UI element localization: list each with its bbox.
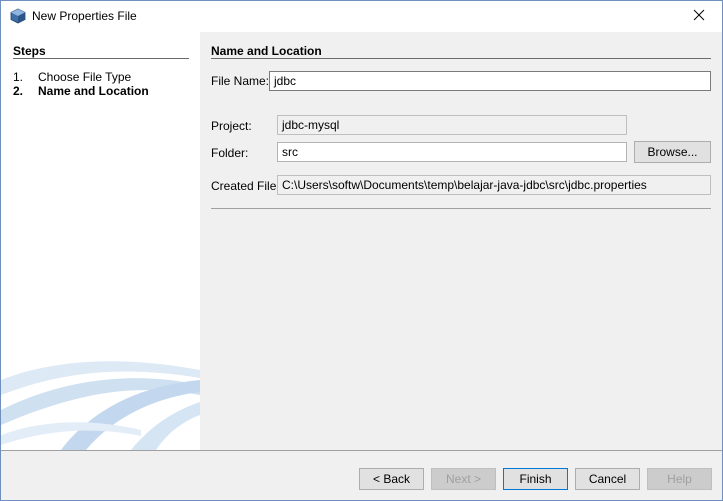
close-icon <box>693 9 705 24</box>
netbeans-cube-icon <box>10 8 26 24</box>
panel-divider <box>211 58 711 59</box>
steps-divider <box>13 58 189 59</box>
step-number: 1. <box>13 70 24 84</box>
browse-button[interactable]: Browse... <box>634 141 711 163</box>
file-name-label: File Name: <box>211 74 270 88</box>
folder-input[interactable]: src <box>277 142 627 162</box>
step-label: Name and Location <box>38 84 149 98</box>
steps-panel: Steps 1. Choose File Type 2. Name and Loca… <box>1 32 200 450</box>
close-button[interactable] <box>676 1 722 32</box>
dialog-window: New Properties File Steps 1. Choose File … <box>0 0 723 501</box>
help-button[interactable]: Help <box>647 468 712 490</box>
content-panel: Name and Location File Name: jdbc Projec… <box>200 32 722 450</box>
step-choose-file-type: 1. Choose File Type <box>13 70 131 84</box>
back-button[interactable]: < Back <box>359 468 424 490</box>
cancel-button[interactable]: Cancel <box>575 468 640 490</box>
window-title: New Properties File <box>32 9 137 23</box>
title-bar[interactable]: New Properties File <box>1 1 722 32</box>
created-file-field: C:\Users\softw\Documents\temp\belajar-ja… <box>277 175 711 195</box>
decorative-swoosh-image <box>1 361 200 450</box>
next-button[interactable]: Next > <box>431 468 496 490</box>
step-label: Choose File Type <box>38 70 132 84</box>
step-name-and-location: 2. Name and Location <box>13 84 149 98</box>
content-bottom-divider <box>211 208 711 209</box>
steps-title: Steps <box>13 44 46 58</box>
finish-button[interactable]: Finish <box>503 468 568 490</box>
wizard-button-bar: < Back Next > Finish Cancel Help <box>1 450 722 500</box>
file-name-input[interactable]: jdbc <box>269 71 711 91</box>
project-label: Project: <box>211 119 252 133</box>
folder-label: Folder: <box>211 146 249 160</box>
step-number: 2. <box>13 84 24 98</box>
project-field: jdbc-mysql <box>277 115 627 135</box>
panel-title: Name and Location <box>211 44 322 58</box>
created-file-label: Created File: <box>211 179 280 193</box>
